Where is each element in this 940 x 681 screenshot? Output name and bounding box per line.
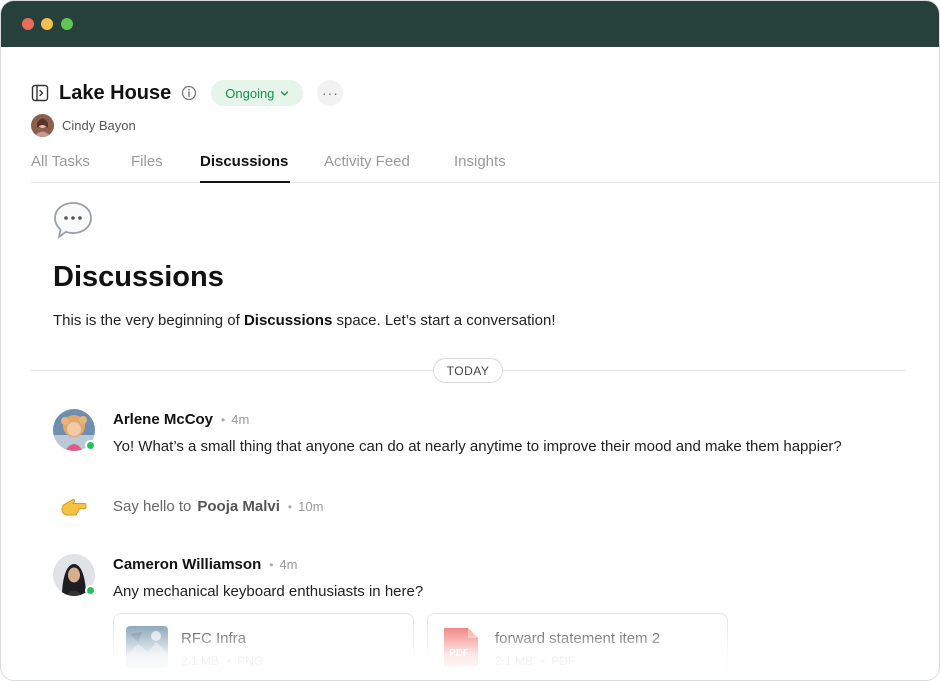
intro-text-space-name: Discussions xyxy=(243,312,333,329)
project-owner[interactable]: Cindy Bayon xyxy=(31,114,136,137)
message-author[interactable]: Cameron Williamson xyxy=(113,556,261,573)
status-label: Ongoing xyxy=(225,85,275,101)
separator-dot: • xyxy=(269,558,274,572)
more-options-button[interactable]: ··· xyxy=(317,80,344,106)
avatar[interactable] xyxy=(53,554,96,596)
discussions-intro: This is the very beginning of Discussion… xyxy=(53,312,556,329)
avatar[interactable] xyxy=(53,409,96,451)
system-message-time: 10m xyxy=(298,499,324,514)
project-header: Lake House Ongoing ··· xyxy=(31,79,344,107)
toggle-sidebar-icon[interactable] xyxy=(31,84,49,102)
message-header: Cameron Williamson • 4m xyxy=(113,556,298,573)
attachment-card[interactable]: PDF forward statement item 2 2.1 MB • PDF xyxy=(427,613,728,680)
attachment-name: RFC Infra xyxy=(181,630,247,647)
system-message: Say hello to Pooja Malvi • 10m xyxy=(113,498,323,515)
chevron-down-icon xyxy=(280,89,289,98)
attachment-size: 2.1 MB xyxy=(495,654,534,668)
online-status-indicator xyxy=(85,585,96,596)
tab-files[interactable]: Files xyxy=(131,153,163,183)
message-time: 4m xyxy=(279,557,298,572)
pdf-file-icon: PDF xyxy=(440,626,482,668)
separator-dot: • xyxy=(541,654,546,668)
image-thumbnail xyxy=(126,626,168,668)
date-divider-label: TODAY xyxy=(433,358,503,383)
owner-name: Cindy Bayon xyxy=(62,118,136,133)
speech-bubble-icon xyxy=(53,201,93,240)
message-header: Arlene McCoy • 4m xyxy=(113,411,249,428)
online-status-indicator xyxy=(85,440,96,451)
intro-text-start: This is the very beginning of xyxy=(53,312,244,329)
window-titlebar xyxy=(1,1,939,47)
info-icon[interactable] xyxy=(181,85,197,101)
separator-dot: • xyxy=(287,500,293,514)
attachment-card[interactable]: RFC Infra 2.1 MB • PNG xyxy=(113,613,414,680)
owner-avatar xyxy=(31,114,54,137)
intro-text-end: space. Let’s start a conversation! xyxy=(332,312,556,329)
message-author[interactable]: Arlene McCoy xyxy=(113,411,213,428)
close-window-button[interactable] xyxy=(22,18,34,30)
tab-discussions[interactable]: Discussions xyxy=(200,153,290,183)
attachment-type: PDF xyxy=(551,654,576,668)
minimize-window-button[interactable] xyxy=(41,18,53,30)
attachment-type: PNG xyxy=(237,654,264,668)
message-time: 4m xyxy=(231,412,250,427)
attachment-size: 2.1 MB xyxy=(181,654,220,668)
pointing-hand-icon xyxy=(59,496,87,518)
system-message-text: Say hello to xyxy=(113,498,192,515)
attachment-meta: 2.1 MB • PDF xyxy=(495,654,575,668)
separator-dot: • xyxy=(221,413,226,427)
attachment-meta: 2.1 MB • PNG xyxy=(181,654,263,668)
tab-bar: All Tasks Files Discussions Activity Fee… xyxy=(31,151,939,183)
status-dropdown[interactable]: Ongoing xyxy=(211,80,304,106)
project-title: Lake House xyxy=(59,81,172,104)
tab-insights[interactable]: Insights xyxy=(454,153,506,183)
app-window: Lake House Ongoing ··· Cindy Bayon All T… xyxy=(0,0,940,681)
message-text: Yo! What’s a small thing that anyone can… xyxy=(113,438,842,455)
pdf-badge-text: PDF xyxy=(449,648,469,659)
message-text: Any mechanical keyboard enthusiasts in h… xyxy=(113,583,424,600)
mentioned-user[interactable]: Pooja Malvi xyxy=(197,498,280,515)
discussions-title: Discussions xyxy=(53,261,224,293)
tab-all-tasks[interactable]: All Tasks xyxy=(31,153,90,183)
attachment-name: forward statement item 2 xyxy=(495,630,661,647)
separator-dot: • xyxy=(227,654,232,668)
tab-activity-feed[interactable]: Activity Feed xyxy=(324,153,410,183)
maximize-window-button[interactable] xyxy=(61,18,73,30)
